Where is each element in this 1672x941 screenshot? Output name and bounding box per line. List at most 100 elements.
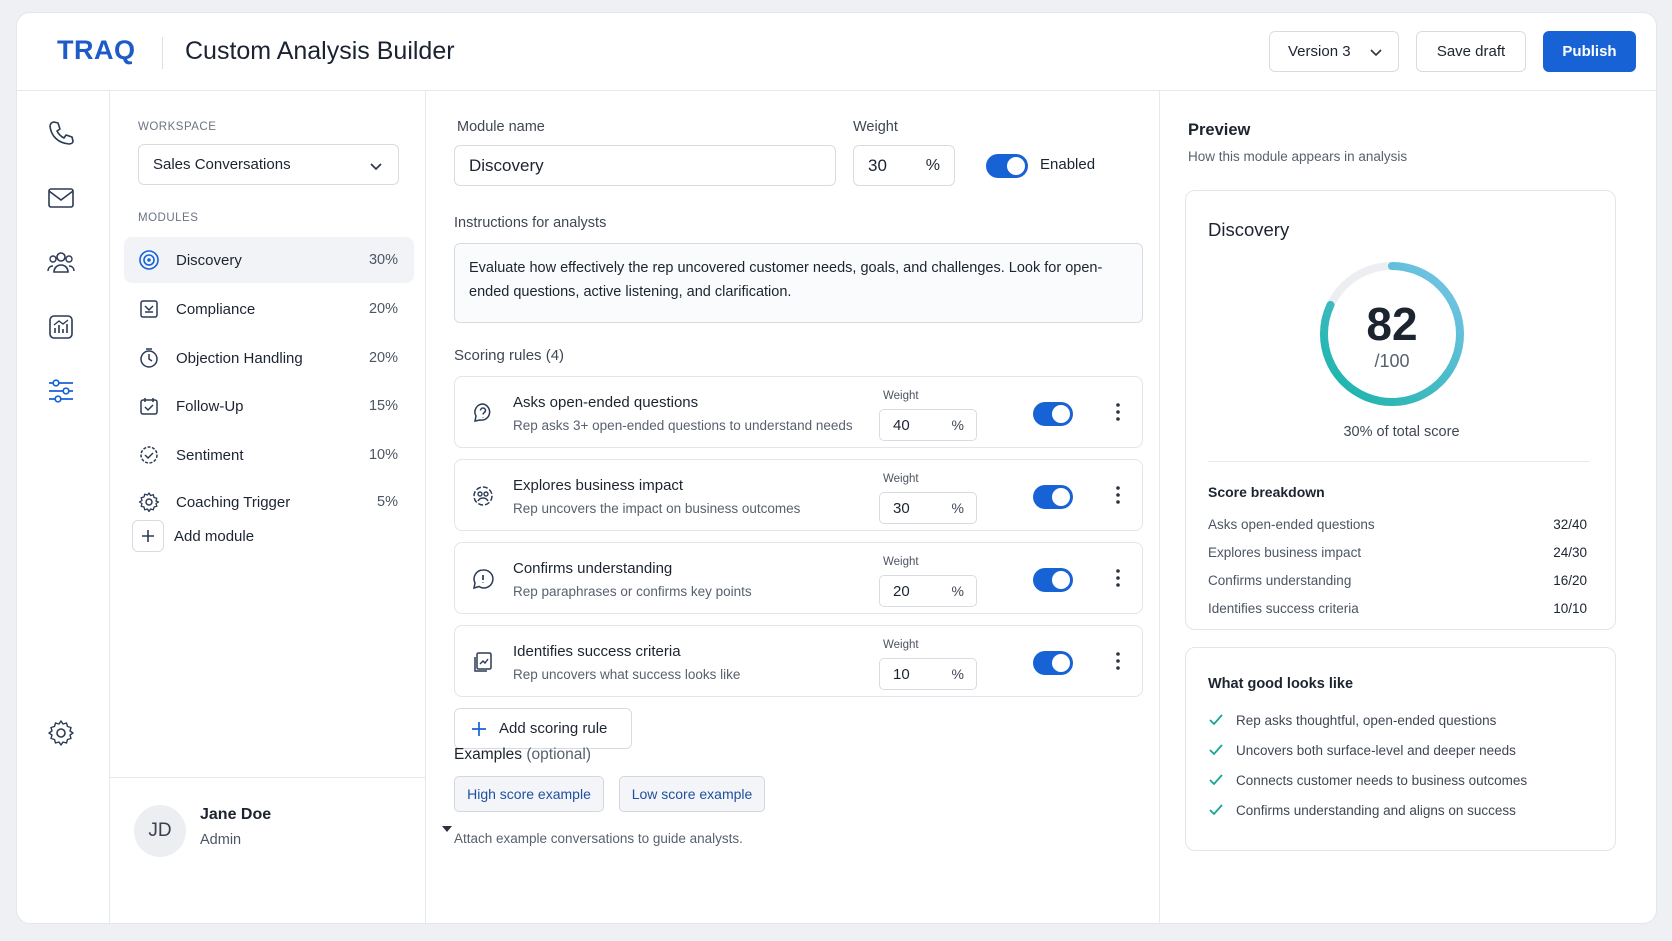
breakdown-value: 10/10 [1553,601,1587,616]
module-item-weight: 15% [368,398,398,414]
module-item-weight: 20% [368,350,398,366]
user-role: Admin [200,832,242,848]
module-enabled-label: Enabled [1040,156,1096,173]
examples-title: Examples [454,746,523,763]
rule-title: Identifies success criteria [513,643,681,660]
plus-icon [132,520,164,552]
breakdown-label: Asks open-ended questions [1208,517,1375,532]
rule-enabled-toggle[interactable] [1033,402,1073,426]
preview-panel: Preview How this module appears in analy… [1160,91,1656,923]
module-weight-input[interactable]: 30 % [853,145,955,186]
version-select-label: Version 3 [1288,43,1351,60]
more-options-icon[interactable] [1115,650,1121,672]
shield-check-icon [140,300,158,318]
what-good-looks-like-card: What good looks like Rep asks thoughtful… [1185,647,1616,851]
breakdown-row: Asks open-ended questions 32/40 [1208,517,1587,537]
scoring-rules-label: Scoring rules (4) [454,347,565,364]
breakdown-row: Confirms understanding 16/20 [1208,573,1587,593]
user-profile-bar[interactable]: JD Jane Doe Admin [110,777,452,923]
scoring-rule-card[interactable]: Explores business impact Rep uncovers th… [454,459,1143,531]
phone-icon[interactable] [45,117,77,149]
module-editor: Module name Discovery Weight 30 % Enable… [426,91,1160,923]
rule-description: Rep paraphrases or confirms key points [513,584,752,599]
module-item-sentiment[interactable]: Sentiment 10% [124,432,414,478]
rule-enabled-toggle[interactable] [1033,568,1073,592]
traq-logo[interactable]: TRAQ [57,35,136,66]
analytics-icon[interactable] [45,311,77,343]
breakdown-row: Explores business impact 24/30 [1208,545,1587,565]
settings-icon[interactable] [45,717,77,749]
users-icon[interactable] [45,246,77,278]
module-item-follow-up[interactable]: Follow-Up 15% [124,383,414,429]
module-sidebar: WORKSPACE Sales Conversations MODULES Di… [110,91,452,923]
good-item-label: Rep asks thoughtful, open-ended question… [1236,712,1497,728]
rule-weight-input[interactable]: 10% [879,658,977,690]
user-name: Jane Doe [200,806,272,823]
workspace-select[interactable]: Sales Conversations [138,144,399,185]
scoring-rule-card[interactable]: Identifies success criteria Rep uncovers… [454,625,1143,697]
module-item-label: Discovery [176,251,242,269]
preview-title: Preview [1188,121,1251,139]
scoring-rule-card[interactable]: Asks open-ended questions Rep asks 3+ op… [454,376,1143,448]
module-item-weight: 30% [368,252,398,268]
module-item-label: Sentiment [176,446,244,464]
rule-weight-unit: % [951,500,964,516]
high-score-example-button[interactable]: High score example [454,776,604,812]
publish-button[interactable]: Publish [1543,31,1636,72]
rule-weight-input[interactable]: 30% [879,492,977,524]
add-module-label: Add module [174,527,255,545]
question-chat-icon [474,403,491,422]
more-options-icon[interactable] [1115,567,1121,589]
breakdown-label: Identifies success criteria [1208,601,1359,616]
instructions-label: Instructions for analysts [454,215,607,231]
good-item-label: Connects customer needs to business outc… [1236,772,1528,788]
sliders-icon[interactable] [45,375,77,407]
rule-enabled-toggle[interactable] [1033,651,1073,675]
chevron-down-icon [370,163,382,171]
rule-title: Confirms understanding [513,560,673,577]
module-item-label: Compliance [176,300,256,318]
rule-weight-input[interactable]: 40% [879,409,977,441]
rule-enabled-toggle[interactable] [1033,485,1073,509]
instructions-textarea[interactable]: Evaluate how effectively the rep uncover… [454,243,1143,323]
good-item-label: Confirms understanding and aligns on suc… [1236,802,1516,818]
module-item-compliance[interactable]: Compliance 20% [124,286,414,332]
breakdown-row: Identifies success criteria 10/10 [1208,601,1587,621]
module-item-objection-handling[interactable]: Objection Handling 20% [124,335,414,381]
module-item-discovery[interactable]: Discovery 30% [124,237,414,283]
module-name-input[interactable]: Discovery [454,145,836,186]
scoring-rule-card[interactable]: Confirms understanding Rep paraphrases o… [454,542,1143,614]
add-module-button[interactable]: Add module [132,519,254,553]
rule-weight-value: 30 [893,499,910,517]
rule-weight-label: Weight [883,556,919,568]
modules-label: MODULES [138,212,199,224]
good-title: What good looks like [1208,676,1354,692]
more-options-icon[interactable] [1115,484,1121,506]
check-icon [1209,804,1223,816]
rule-weight-value: 10 [893,665,910,683]
app-window: TRAQ Custom Analysis Builder Version 3 S… [16,12,1657,924]
top-header: TRAQ Custom Analysis Builder Version 3 S… [17,13,1656,91]
good-item: Confirms understanding and aligns on suc… [1208,800,1516,820]
avatar: JD [134,805,186,857]
mail-icon[interactable] [45,182,77,214]
check-icon [1209,714,1223,726]
add-scoring-rule-button[interactable]: Add scoring rule [454,708,632,749]
breakdown-title: Score breakdown [1208,484,1325,500]
more-options-icon[interactable] [1115,401,1121,423]
preview-module-name: Discovery [1208,219,1290,240]
module-item-weight: 5% [377,494,398,510]
score-preview-card: Discovery 82 /100 30% of total score Sco… [1185,190,1616,630]
module-enabled-toggle[interactable] [986,154,1028,178]
save-draft-button[interactable]: Save draft [1416,31,1526,72]
clock-icon [140,348,158,368]
module-item-label: Objection Handling [176,349,303,367]
alert-bubble-icon [473,569,494,590]
module-weight-unit: % [925,156,940,174]
module-item-weight: 20% [368,301,398,317]
rule-weight-unit: % [951,417,964,433]
low-score-example-button[interactable]: Low score example [619,776,765,812]
card-divider [1208,461,1589,462]
version-select[interactable]: Version 3 [1269,31,1399,72]
rule-weight-input[interactable]: 20% [879,575,977,607]
